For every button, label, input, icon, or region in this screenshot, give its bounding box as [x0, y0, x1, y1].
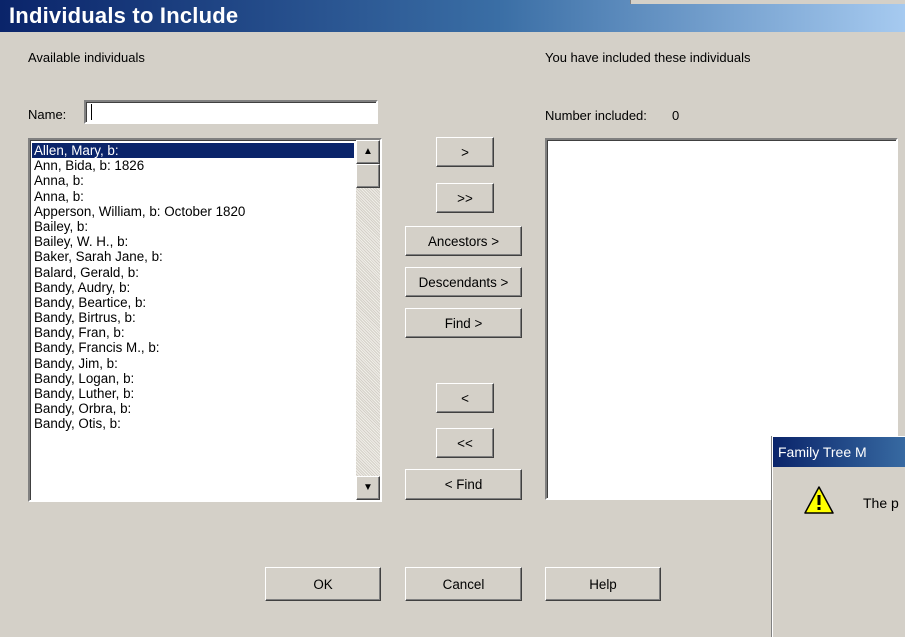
list-item[interactable]: Bailey, W. H., b:: [32, 234, 354, 249]
background-window-edge: [630, 0, 905, 4]
list-item[interactable]: Bandy, Beartice, b:: [32, 295, 354, 310]
ok-button[interactable]: OK: [265, 567, 381, 601]
remove-button[interactable]: <: [436, 383, 494, 413]
message-box-text: The p: [863, 495, 899, 511]
list-item[interactable]: Bandy, Francis M., b:: [32, 340, 354, 355]
dialog-title: Individuals to Include: [9, 3, 239, 28]
add-button[interactable]: >: [436, 137, 494, 167]
list-item[interactable]: Apperson, William, b: October 1820: [32, 204, 354, 219]
help-button[interactable]: Help: [545, 567, 661, 601]
list-item[interactable]: Bailey, b:: [32, 219, 354, 234]
available-individuals-label: Available individuals: [28, 50, 145, 65]
list-item[interactable]: Bandy, Orbra, b:: [32, 401, 354, 416]
list-item[interactable]: Balard, Gerald, b:: [32, 265, 354, 280]
list-item[interactable]: Anna, b:: [32, 173, 354, 188]
find-add-button[interactable]: Find >: [405, 308, 522, 338]
remove-all-button[interactable]: <<: [436, 428, 494, 458]
descendants-button[interactable]: Descendants >: [405, 267, 522, 297]
name-label: Name:: [28, 107, 67, 122]
number-included-value: 0: [672, 108, 680, 123]
number-included-label: Number included:: [545, 108, 647, 123]
scroll-down-button[interactable]: ▼: [356, 476, 380, 500]
list-scrollbar[interactable]: ▲ ▼: [356, 140, 380, 500]
message-box-title: Family Tree M: [778, 444, 867, 460]
list-item[interactable]: Bandy, Otis, b:: [32, 416, 354, 431]
list-item[interactable]: Bandy, Fran, b:: [32, 325, 354, 340]
list-item[interactable]: Ann, Bida, b: 1826: [32, 158, 354, 173]
list-item[interactable]: Allen, Mary, b:: [32, 143, 354, 159]
list-item[interactable]: Baker, Sarah Jane, b:: [32, 249, 354, 264]
list-item[interactable]: Bandy, Audry, b:: [32, 280, 354, 295]
message-box[interactable]: Family Tree M The p: [772, 436, 905, 637]
list-item[interactable]: Bandy, Jim, b:: [32, 356, 354, 371]
scroll-up-button[interactable]: ▲: [356, 140, 380, 164]
cancel-button[interactable]: Cancel: [405, 567, 522, 601]
text-caret: [91, 104, 92, 120]
list-item[interactable]: Bandy, Logan, b:: [32, 371, 354, 386]
add-all-button[interactable]: >>: [436, 183, 494, 213]
name-search-input[interactable]: [84, 100, 378, 124]
warning-icon: [804, 486, 834, 514]
dialog-titlebar: Individuals to Include: [0, 0, 905, 32]
list-items-container: Allen, Mary, b: Ann, Bida, b: 1826 Anna, b…: [32, 143, 354, 432]
ancestors-button[interactable]: Ancestors >: [405, 226, 522, 256]
list-item[interactable]: Bandy, Birtrus, b:: [32, 310, 354, 325]
available-individuals-list[interactable]: Allen, Mary, b: Ann, Bida, b: 1826 Anna, b…: [28, 138, 382, 502]
included-individuals-label: You have included these individuals: [545, 50, 751, 65]
list-item[interactable]: Bandy, Luther, b:: [32, 386, 354, 401]
find-remove-button[interactable]: < Find: [405, 469, 522, 500]
scroll-thumb[interactable]: [356, 164, 380, 188]
message-box-titlebar[interactable]: Family Tree M: [773, 437, 905, 467]
list-item[interactable]: Anna, b:: [32, 189, 354, 204]
